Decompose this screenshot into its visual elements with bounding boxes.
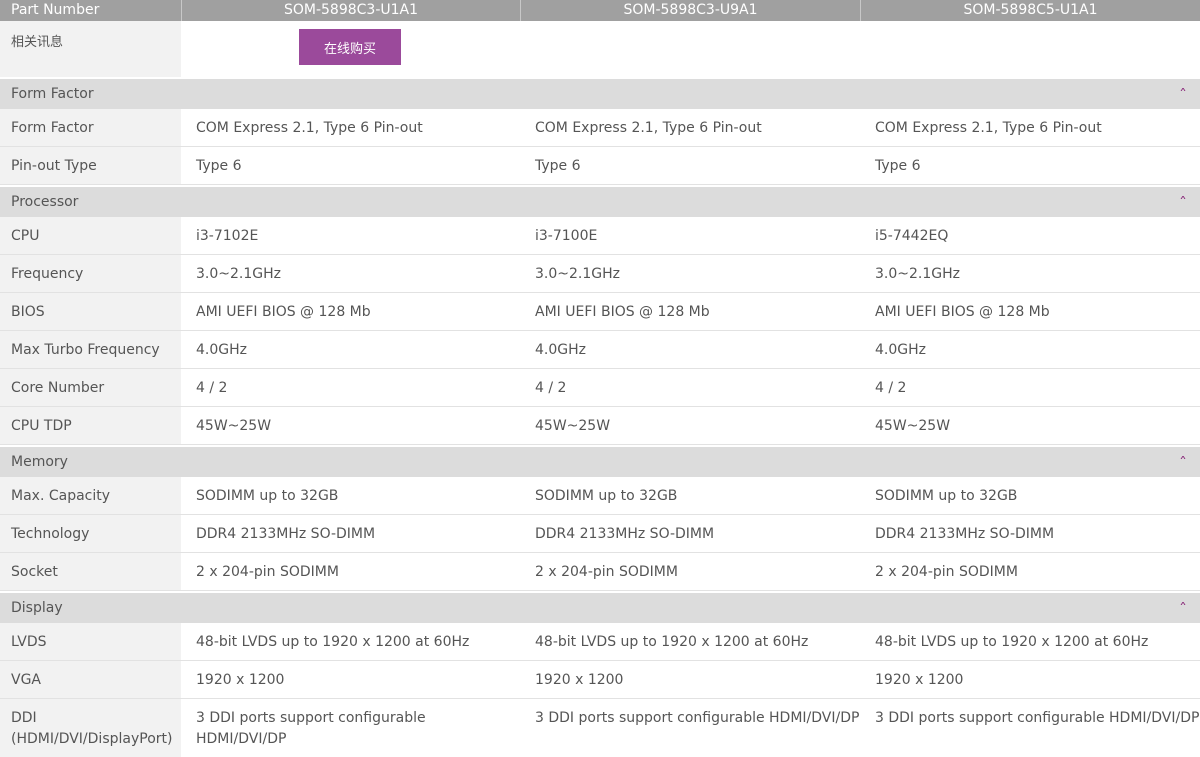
row-label: Form Factor <box>0 109 181 146</box>
row-label: Pin-out Type <box>0 147 181 184</box>
row-value: DDR4 2133MHz SO-DIMM <box>875 525 1055 542</box>
table-header: Part Number SOM-5898C3-U1A1 SOM-5898C3-U… <box>0 0 1200 21</box>
row-value: 4 / 2 <box>875 379 907 396</box>
model-column-1: SOM-5898C3-U1A1 <box>181 0 520 21</box>
row-value: AMI UEFI BIOS @ 128 Mb <box>196 303 371 320</box>
table-row: CPU i3-7102E i3-7100E i5-7442EQ <box>0 217 1200 255</box>
row-value: 1920 x 1200 <box>535 671 624 688</box>
table-row: Max Turbo Frequency 4.0GHz 4.0GHz 4.0GHz <box>0 331 1200 369</box>
row-value: 3.0~2.1GHz <box>875 265 960 282</box>
row-value: Type 6 <box>535 157 581 174</box>
row-value: 3.0~2.1GHz <box>535 265 620 282</box>
table-row: Socket 2 x 204-pin SODIMM 2 x 204-pin SODI… <box>0 553 1200 591</box>
table-row: Pin-out Type Type 6 Type 6 Type 6 <box>0 147 1200 185</box>
chevron-up-icon[interactable]: ˄ <box>1179 455 1187 469</box>
info-row: 相关讯息 在线购买 <box>0 21 1200 77</box>
row-value: DDR4 2133MHz SO-DIMM <box>196 525 376 542</box>
row-value: 4 / 2 <box>535 379 567 396</box>
row-value: COM Express 2.1, Type 6 Pin-out <box>875 119 1102 136</box>
part-number-label: Part Number <box>0 0 181 21</box>
buy-online-button[interactable]: 在线购买 <box>299 29 401 65</box>
section-title: Processor <box>11 194 79 210</box>
table-row: Technology DDR4 2133MHz SO-DIMM DDR4 2133M… <box>0 515 1200 553</box>
row-value: DDR4 2133MHz SO-DIMM <box>535 525 715 542</box>
row-value: 4.0GHz <box>875 341 926 358</box>
chevron-up-icon[interactable]: ˄ <box>1179 601 1187 615</box>
row-label: DDI (HDMI/DVI/DisplayPort) <box>0 699 181 757</box>
section-title: Form Factor <box>11 86 94 102</box>
chevron-up-icon[interactable]: ˄ <box>1179 195 1187 209</box>
row-label: Technology <box>0 515 181 552</box>
table-row: BIOS AMI UEFI BIOS @ 128 Mb AMI UEFI BIOS … <box>0 293 1200 331</box>
row-label: CPU TDP <box>0 407 181 444</box>
table-row: VGA 1920 x 1200 1920 x 1200 1920 x 1200 <box>0 661 1200 699</box>
row-value: 4 / 2 <box>196 379 228 396</box>
row-value: 3 DDI ports support configurable HDMI/DV… <box>875 710 1200 726</box>
row-label: Max Turbo Frequency <box>0 331 181 368</box>
row-value: i5-7442EQ <box>875 227 949 244</box>
table-row: Max. Capacity SODIMM up to 32GB SODIMM up … <box>0 477 1200 515</box>
row-label: CPU <box>0 217 181 254</box>
row-value: COM Express 2.1, Type 6 Pin-out <box>535 119 762 136</box>
row-value: 3.0~2.1GHz <box>196 265 281 282</box>
table-row: CPU TDP 45W~25W 45W~25W 45W~25W <box>0 407 1200 445</box>
section-header[interactable]: Memory ˄ <box>0 445 1200 477</box>
section-title: Display <box>11 600 63 616</box>
row-value: 48-bit LVDS up to 1920 x 1200 at 60Hz <box>535 633 809 650</box>
spec-comparison-table: Part Number SOM-5898C3-U1A1 SOM-5898C3-U… <box>0 0 1200 757</box>
row-label: Core Number <box>0 369 181 406</box>
row-value: i3-7100E <box>535 227 598 244</box>
row-value: 1920 x 1200 <box>196 671 285 688</box>
section-header[interactable]: Processor ˄ <box>0 185 1200 217</box>
row-value: COM Express 2.1, Type 6 Pin-out <box>196 119 423 136</box>
row-value: i3-7102E <box>196 227 259 244</box>
row-label: Frequency <box>0 255 181 292</box>
row-label: BIOS <box>0 293 181 330</box>
row-value: 48-bit LVDS up to 1920 x 1200 at 60Hz <box>196 633 470 650</box>
row-value: Type 6 <box>875 157 921 174</box>
model-column-3: SOM-5898C5-U1A1 <box>860 0 1200 21</box>
row-label: LVDS <box>0 623 181 660</box>
table-row: Form Factor COM Express 2.1, Type 6 Pin-o… <box>0 109 1200 147</box>
row-value: Type 6 <box>196 157 242 174</box>
row-value: 3 DDI ports support configurable HDMI/DV… <box>196 710 426 747</box>
chevron-up-icon[interactable]: ˄ <box>1179 87 1187 101</box>
row-value: 2 x 204-pin SODIMM <box>875 563 1018 580</box>
row-value: 4.0GHz <box>535 341 586 358</box>
model-column-2: SOM-5898C3-U9A1 <box>520 0 860 21</box>
row-value: SODIMM up to 32GB <box>196 487 339 504</box>
section-header[interactable]: Form Factor ˄ <box>0 77 1200 109</box>
row-value: AMI UEFI BIOS @ 128 Mb <box>535 303 710 320</box>
row-label: Max. Capacity <box>0 477 181 514</box>
row-value: 45W~25W <box>535 417 611 434</box>
row-value: 1920 x 1200 <box>875 671 964 688</box>
row-value: 3 DDI ports support configurable HDMI/DV… <box>535 710 860 726</box>
row-value: AMI UEFI BIOS @ 128 Mb <box>875 303 1050 320</box>
table-row: Core Number 4 / 2 4 / 2 4 / 2 <box>0 369 1200 407</box>
row-label: Socket <box>0 553 181 590</box>
row-label: VGA <box>0 661 181 698</box>
row-value: 4.0GHz <box>196 341 247 358</box>
row-value: 45W~25W <box>875 417 951 434</box>
row-value: SODIMM up to 32GB <box>875 487 1018 504</box>
table-row: Frequency 3.0~2.1GHz 3.0~2.1GHz 3.0~2.1GHz <box>0 255 1200 293</box>
row-value: 2 x 204-pin SODIMM <box>535 563 678 580</box>
table-row: DDI (HDMI/DVI/DisplayPort) 3 DDI ports su… <box>0 699 1200 757</box>
table-row: LVDS 48-bit LVDS up to 1920 x 1200 at 60H… <box>0 623 1200 661</box>
row-value: 48-bit LVDS up to 1920 x 1200 at 60Hz <box>875 633 1149 650</box>
section-header[interactable]: Display ˄ <box>0 591 1200 623</box>
row-value: 2 x 204-pin SODIMM <box>196 563 339 580</box>
row-value: 45W~25W <box>196 417 272 434</box>
row-value: SODIMM up to 32GB <box>535 487 678 504</box>
info-label: 相关讯息 <box>0 21 181 77</box>
section-title: Memory <box>11 454 68 470</box>
